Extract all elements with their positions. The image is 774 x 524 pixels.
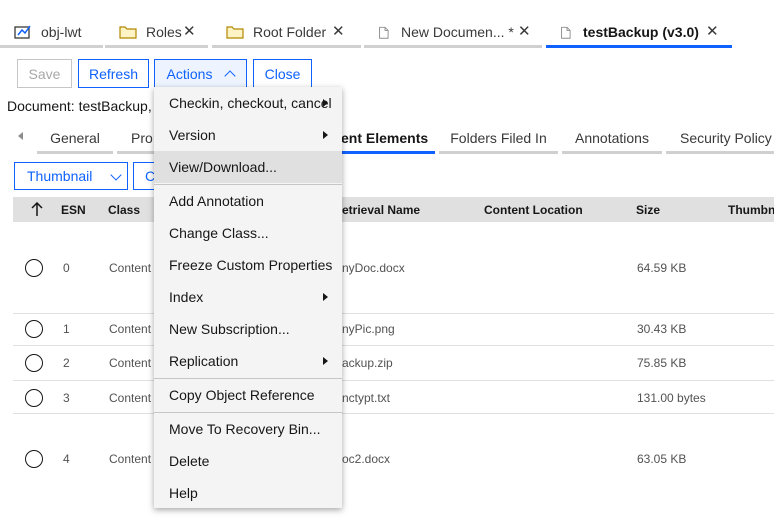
tab-label: New Documen... *: [401, 24, 514, 40]
document-icon: [561, 26, 571, 39]
menu-item-copy-object-reference[interactable]: Copy Object Reference: [154, 379, 342, 411]
column-header-size[interactable]: Size: [636, 203, 660, 217]
tab-obj-lwt[interactable]: obj-lwt: [0, 16, 103, 48]
column-header-esn[interactable]: ESN: [61, 203, 86, 217]
submenu-arrow-icon: [323, 357, 328, 365]
class-cell: Content: [109, 356, 152, 370]
retrieval-name-cell: nctypt.txt: [342, 391, 391, 405]
menu-item-move-to-recovery-bin[interactable]: Move To Recovery Bin...: [154, 413, 342, 445]
retrieval-name-cell: nyPic.png: [342, 322, 395, 336]
class-cell: Content: [109, 391, 152, 405]
size-cell: 131.00 bytes: [637, 391, 706, 405]
menu-item-version[interactable]: Version: [154, 119, 342, 151]
tab-label: obj-lwt: [41, 24, 82, 40]
menu-item-add-annotation[interactable]: Add Annotation: [154, 185, 342, 217]
menu-item-freeze-custom-properties[interactable]: Freeze Custom Properties: [154, 249, 342, 281]
save-button[interactable]: Save: [17, 59, 72, 88]
esn-cell: 0: [63, 261, 70, 275]
actions-menu: Checkin, checkout, cancel Version View/D…: [154, 87, 342, 508]
retrieval-name-cell: nyDoc.docx: [342, 261, 405, 275]
tab-label: testBackup (v3.0): [583, 24, 699, 40]
close-icon[interactable]: ✕: [518, 22, 531, 40]
grid-header: ESN Class etrieval Name Content Location…: [13, 197, 774, 222]
sort-ascending-icon[interactable]: [31, 202, 43, 217]
menu-item-index[interactable]: Index: [154, 281, 342, 313]
chevron-up-icon: [224, 69, 237, 82]
close-button[interactable]: Close: [253, 59, 312, 88]
row-select-radio[interactable]: [25, 354, 43, 372]
table-row[interactable]: 3 Content nctypt.txt 131.00 bytes: [13, 381, 774, 414]
menu-item-checkin-checkout-cancel[interactable]: Checkin, checkout, cancel: [154, 87, 342, 119]
esn-cell: 4: [63, 452, 70, 466]
close-icon[interactable]: ✕: [183, 22, 196, 40]
table-row[interactable]: 1 Content nyPic.png 30.43 KB: [13, 314, 774, 346]
row-select-radio[interactable]: [25, 450, 43, 468]
object-icon: [14, 25, 31, 39]
tab-annotations[interactable]: Annotations: [562, 124, 662, 154]
document-title: Document: testBackup, V: [7, 98, 165, 114]
tab-label: Root Folder: [253, 24, 327, 40]
size-cell: 64.59 KB: [637, 261, 687, 275]
menu-item-replication[interactable]: Replication: [154, 345, 342, 377]
class-cell: Content: [109, 452, 152, 466]
menu-item-change-class[interactable]: Change Class...: [154, 217, 342, 249]
row-select-radio[interactable]: [25, 389, 43, 407]
tab-new-document[interactable]: New Documen... * ✕: [364, 16, 542, 48]
menu-item-delete[interactable]: Delete: [154, 445, 342, 477]
actions-button[interactable]: Actions: [154, 59, 247, 88]
size-cell: 30.43 KB: [637, 322, 687, 336]
column-header-thumbnail[interactable]: Thumbn: [728, 203, 774, 217]
menu-item-view-download[interactable]: View/Download...: [154, 151, 342, 183]
size-cell: 63.05 KB: [637, 452, 687, 466]
document-tab-bar: obj-lwt Roles ✕ Root Folder ✕ New Docume…: [0, 0, 774, 48]
class-cell: Content: [109, 261, 152, 275]
scroll-left-icon[interactable]: [18, 132, 23, 140]
close-icon[interactable]: ✕: [332, 22, 345, 40]
submenu-arrow-icon: [323, 293, 328, 301]
esn-cell: 2: [63, 356, 70, 370]
menu-item-new-subscription[interactable]: New Subscription...: [154, 313, 342, 345]
table-row[interactable]: 0 Content nyDoc.docx 64.59 KB: [13, 222, 774, 314]
esn-cell: 1: [63, 322, 70, 336]
menu-item-help[interactable]: Help: [154, 477, 342, 509]
esn-cell: 3: [63, 391, 70, 405]
tab-root-folder[interactable]: Root Folder ✕: [212, 16, 361, 48]
column-header-content-location[interactable]: Content Location: [484, 203, 583, 217]
tab-security-policy[interactable]: Security Policy: [666, 124, 774, 154]
column-header-retrieval-name[interactable]: etrieval Name: [342, 203, 420, 217]
retrieval-name-cell: oc2.docx: [342, 452, 391, 466]
document-icon: [379, 26, 389, 39]
tab-general[interactable]: General: [37, 124, 113, 154]
column-header-class[interactable]: Class: [108, 203, 140, 217]
table-row[interactable]: 4 Content oc2.docx 63.05 KB: [13, 414, 774, 506]
submenu-arrow-icon: [323, 99, 328, 107]
folder-icon: [119, 26, 137, 39]
row-select-radio[interactable]: [25, 320, 43, 338]
submenu-arrow-icon: [323, 131, 328, 139]
class-cell: Content: [109, 322, 152, 336]
tab-testbackup[interactable]: testBackup (v3.0) ✕: [546, 16, 732, 48]
refresh-button[interactable]: Refresh: [78, 59, 149, 88]
close-icon[interactable]: ✕: [706, 22, 719, 40]
size-cell: 75.85 KB: [637, 356, 687, 370]
tab-roles[interactable]: Roles ✕: [105, 16, 208, 48]
retrieval-name-cell: ackup.zip: [342, 356, 393, 370]
table-row[interactable]: 2 Content ackup.zip 75.85 KB: [13, 346, 774, 381]
folder-icon: [226, 26, 244, 39]
row-select-radio[interactable]: [25, 259, 43, 277]
chevron-down-icon: [110, 168, 123, 181]
view-mode-select[interactable]: Thumbnail: [14, 162, 128, 190]
tab-folders-filed-in[interactable]: Folders Filed In: [439, 124, 558, 154]
tab-label: Roles: [146, 24, 182, 40]
